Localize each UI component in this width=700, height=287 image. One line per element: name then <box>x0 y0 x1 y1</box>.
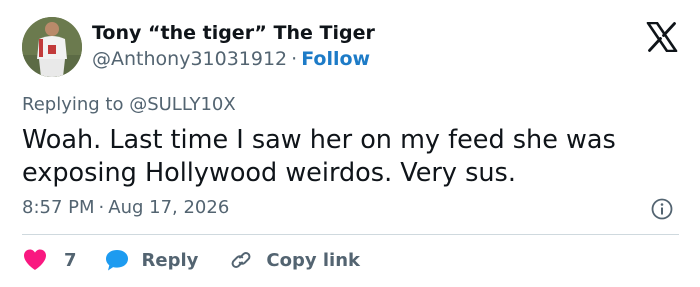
football-player-avatar-icon <box>22 17 82 77</box>
like-button[interactable]: 7 <box>22 248 104 272</box>
x-logo-icon[interactable] <box>646 22 678 52</box>
author-handle-row: @Anthony31031912 · Follow <box>92 48 370 70</box>
tweet-time[interactable]: 8:57 PM <box>22 197 95 218</box>
tweet-date[interactable]: Aug 17, 2026 <box>108 197 229 218</box>
like-count: 7 <box>64 249 77 271</box>
heart-icon <box>24 249 46 270</box>
handle-separator: · <box>291 48 298 70</box>
info-icon[interactable] <box>651 198 673 220</box>
author-display-name[interactable]: Tony “the tiger” The Tiger <box>92 22 375 44</box>
reply-button[interactable]: Reply <box>104 248 229 272</box>
speech-bubble-icon <box>105 250 128 271</box>
reply-label: Reply <box>141 249 199 271</box>
copy-link-button[interactable]: Copy link <box>228 248 360 272</box>
divider <box>22 234 679 235</box>
meta-separator: · <box>98 197 105 218</box>
author-handle[interactable]: @Anthony31031912 <box>92 48 287 70</box>
tweet-meta: 8:57 PM · Aug 17, 2026 <box>22 197 229 218</box>
link-icon <box>231 252 251 268</box>
tweet-text: Woah. Last time I saw her on my feed she… <box>22 125 616 188</box>
copy-link-label: Copy link <box>266 249 360 271</box>
reply-mention-link[interactable]: @SULLY10X <box>129 94 236 115</box>
action-bar: 7 Reply Copy link <box>22 245 360 275</box>
follow-button[interactable]: Follow <box>301 48 370 70</box>
reply-context: Replying to @SULLY10X <box>22 94 236 115</box>
avatar[interactable] <box>22 17 82 77</box>
reply-context-prefix: Replying to <box>22 94 130 115</box>
